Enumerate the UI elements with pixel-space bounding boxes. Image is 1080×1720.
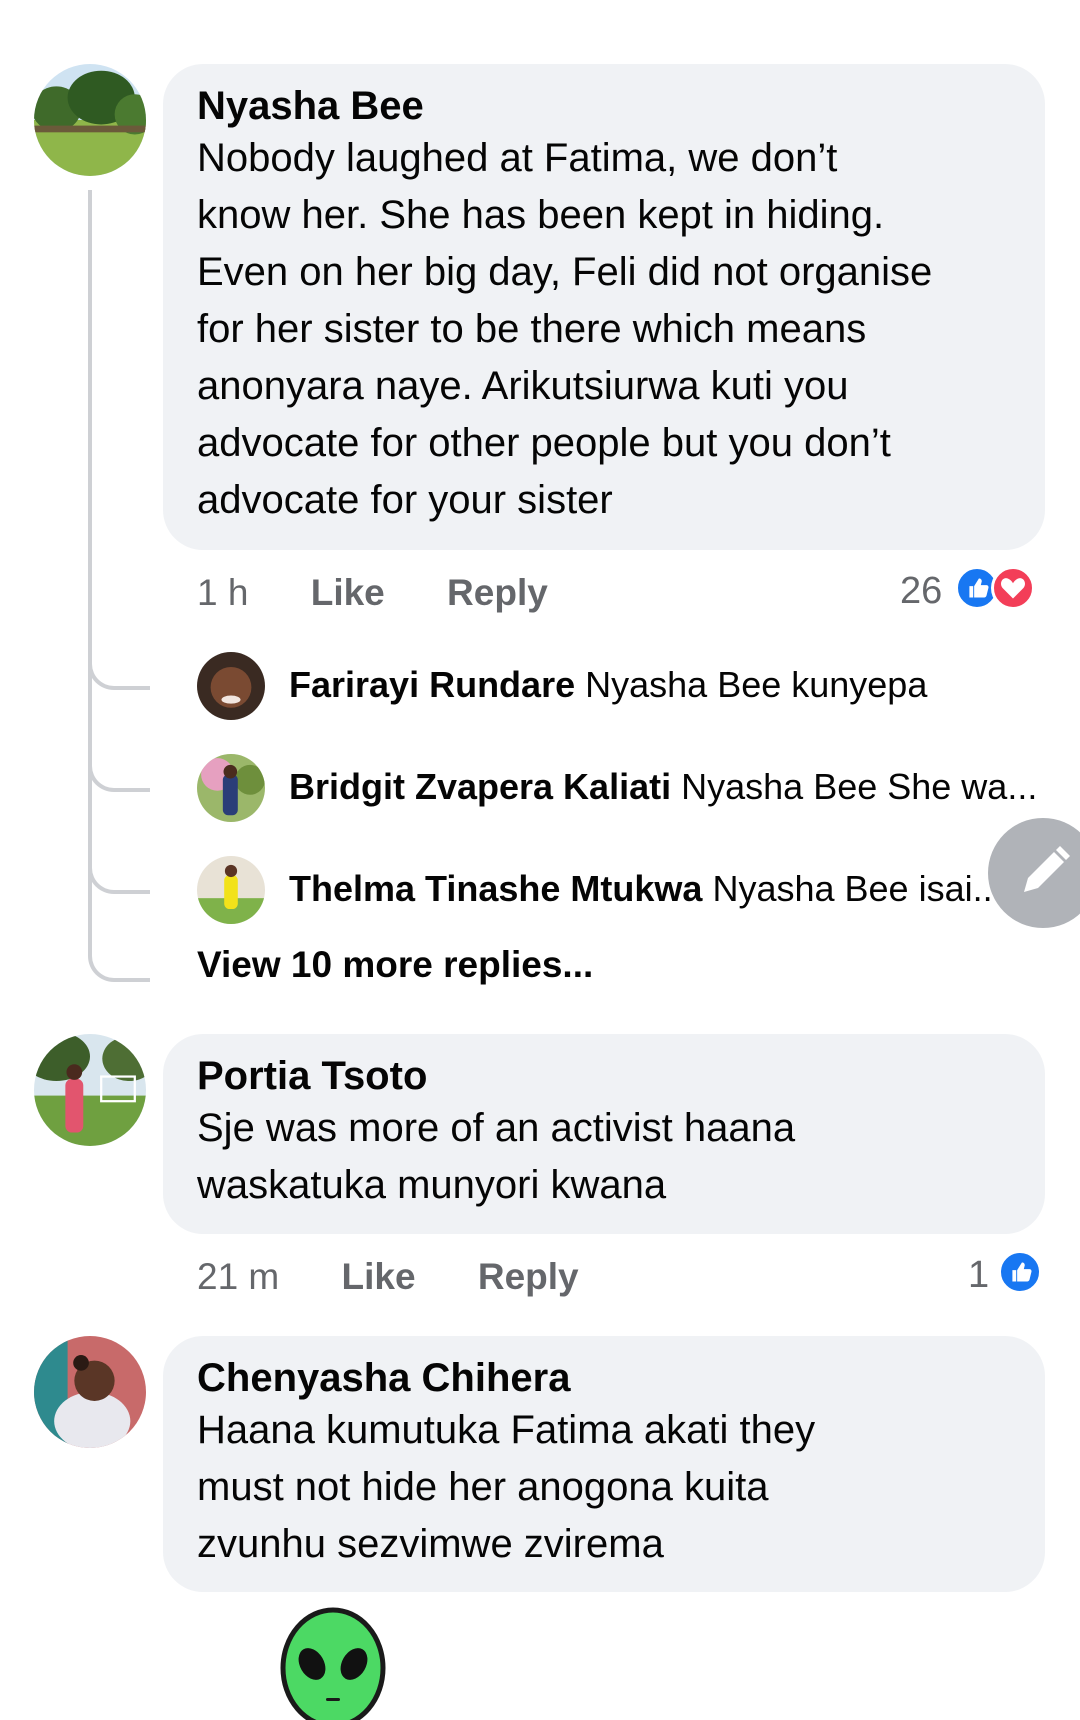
comment-bubble[interactable]: Chenyasha Chihera Haana kumutuka Fatima … — [163, 1336, 1045, 1592]
avatar[interactable] — [197, 652, 265, 720]
reply-text: Nyasha Bee isai... — [712, 868, 1003, 909]
comment-text: Nobody laughed at Fatima, we don’t know … — [197, 136, 933, 522]
comment-timestamp[interactable]: 1 h — [197, 572, 248, 613]
avatar-photo — [197, 754, 265, 822]
reply-branch-line — [88, 754, 150, 792]
avatar-photo — [34, 1336, 146, 1448]
reply-branch-line — [88, 652, 150, 690]
compose-button[interactable] — [988, 818, 1080, 928]
alien-emoji-icon — [278, 1606, 388, 1720]
reaction-count[interactable]: 1 — [968, 1254, 989, 1297]
reply-author[interactable]: Bridgit Zvapera Kaliati — [289, 766, 671, 807]
avatar-photo — [34, 64, 146, 176]
comment-author[interactable]: Nyasha Bee — [197, 82, 1011, 130]
reply-thread-line — [88, 190, 92, 950]
like-button[interactable]: Like — [342, 1256, 416, 1297]
reply-text: Nyasha Bee She wa... — [681, 766, 1038, 807]
comment-actions: 1 h Like Reply — [197, 572, 548, 614]
reaction-count[interactable]: 26 — [900, 570, 942, 613]
comment-bubble[interactable]: Nyasha Bee Nobody laughed at Fatima, we … — [163, 64, 1045, 550]
avatar[interactable] — [34, 1336, 146, 1448]
reply-button[interactable]: Reply — [447, 572, 548, 613]
reply-author[interactable]: Thelma Tinashe Mtukwa — [289, 868, 702, 909]
comment-author[interactable]: Portia Tsoto — [197, 1052, 1011, 1100]
view-more-replies-link[interactable]: View 10 more replies... — [197, 944, 593, 986]
reply-branch-line — [88, 856, 150, 894]
like-button[interactable]: Like — [311, 572, 385, 613]
avatar[interactable] — [34, 64, 146, 176]
reply-branch-line — [88, 944, 150, 982]
avatar-photo — [197, 856, 265, 924]
like-icon — [998, 1250, 1042, 1294]
comment-author[interactable]: Chenyasha Chihera — [197, 1354, 1011, 1402]
comment-text: Sje was more of an activist haana waskat… — [197, 1106, 796, 1207]
comment-bubble[interactable]: Portia Tsoto Sje was more of an activist… — [163, 1034, 1045, 1234]
avatar[interactable] — [197, 856, 265, 924]
avatar[interactable] — [34, 1034, 146, 1146]
pencil-icon — [1024, 846, 1070, 892]
love-icon — [991, 566, 1035, 610]
avatar-photo — [197, 652, 265, 720]
avatar-photo — [34, 1034, 146, 1146]
avatar[interactable] — [197, 754, 265, 822]
comment-text: Haana kumutuka Fatima akati they must no… — [197, 1408, 816, 1566]
reply-button[interactable]: Reply — [478, 1256, 579, 1297]
comment-actions: 21 m Like Reply — [197, 1256, 579, 1298]
reply-author[interactable]: Farirayi Rundare — [289, 664, 575, 705]
reply-text: Nyasha Bee kunyepa — [585, 664, 928, 705]
comment-timestamp[interactable]: 21 m — [197, 1256, 279, 1297]
